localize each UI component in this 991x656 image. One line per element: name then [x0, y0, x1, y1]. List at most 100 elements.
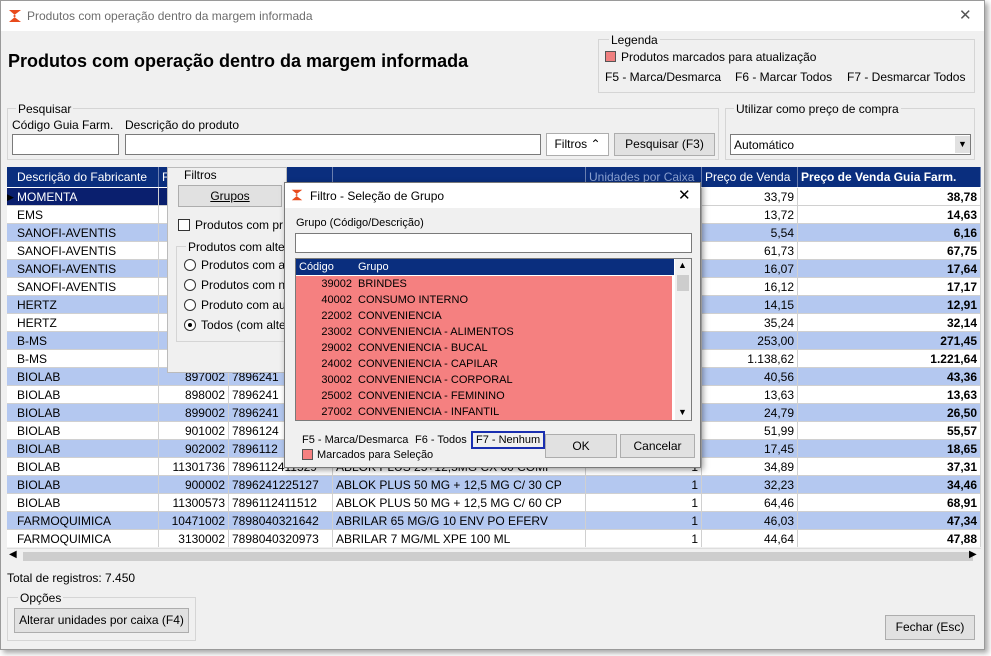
cell-pv: 5,54	[702, 224, 798, 242]
grupo-list-item[interactable]: 30002 CONVENIENCIA - CORPORAL	[296, 372, 672, 388]
scroll-down-icon[interactable]: ▼	[678, 407, 687, 417]
cell-pvg: 12,91	[798, 296, 981, 314]
table-row[interactable]: FARMOQUIMICA 3130002 7898040320973 ABRILAR …	[7, 530, 981, 547]
grupo-list-item[interactable]: 22002 CONVENIENCIA	[296, 308, 672, 324]
header-preco-guia[interactable]: Preço de Venda Guia Farm.	[798, 167, 981, 187]
cell-fab: BIOLAB	[7, 458, 159, 476]
grupo-list[interactable]: Código Grupo 39002 BRINDES 40002 CONSUMO IN…	[295, 258, 692, 421]
dialog-search-input[interactable]	[295, 233, 692, 253]
grupo-list-item[interactable]: 29002 CONVENIENCIA - BUCAL	[296, 340, 672, 356]
table-row[interactable]: BIOLAB 11300573 7896112411512 ABLOK PLUS 50…	[7, 494, 981, 512]
cell-un: 1	[586, 512, 702, 530]
header-fabricante[interactable]: Descrição do Fabricante	[7, 167, 159, 187]
grupo-list-item[interactable]: 23002 CONVENIENCIA - ALIMENTOS	[296, 324, 672, 340]
legend-key-f7: F7 - Desmarcar Todos	[847, 70, 966, 84]
close-icon[interactable]: ✕	[959, 6, 972, 24]
radio-group-title: Produtos com alte	[186, 240, 287, 254]
horizontal-scrollbar[interactable]: ◀ ▶	[7, 548, 981, 564]
dialog-legend-swatch	[302, 449, 313, 460]
cell-ean: 7896112411512	[229, 494, 333, 512]
header-preco-venda[interactable]: Preço de Venda	[702, 167, 798, 187]
legend-key-f5: F5 - Marca/Desmarca	[605, 70, 722, 84]
col-codigo[interactable]: Código	[299, 259, 334, 275]
preco-select[interactable]: Automático ▼	[730, 134, 971, 155]
grupo-nome: CONVENIENCIA - CORPORAL	[358, 374, 513, 386]
cell-pv: 32,23	[702, 476, 798, 494]
grupo-list-item[interactable]: 40002 CONSUMO INTERNO	[296, 292, 672, 308]
cell-fab: BIOLAB	[7, 368, 159, 386]
row-pointer-icon: ▶	[7, 192, 14, 202]
dialog-scroll-thumb[interactable]	[677, 275, 689, 291]
radio-2[interactable]	[184, 279, 196, 291]
grupo-nome: CONVENIENCIA - FEMININO	[358, 390, 505, 402]
cell-cod: 10471002	[159, 512, 229, 530]
cell-pvg: 14,63	[798, 206, 981, 224]
legend-item: Produtos marcados para atualização	[621, 50, 817, 64]
grupo-nome: CONVENIENCIA - ALIMENTOS	[358, 326, 514, 338]
produtos-checkbox[interactable]	[178, 219, 190, 231]
grupo-codigo: 29002	[321, 342, 352, 354]
cell-pv: 253,00	[702, 332, 798, 350]
radio-3[interactable]	[184, 299, 196, 311]
cell-pvg: 26,50	[798, 404, 981, 422]
descricao-input[interactable]	[125, 134, 541, 155]
cell-pv: 40,56	[702, 368, 798, 386]
cell-cod: 900002	[159, 476, 229, 494]
cell-un: 1	[586, 476, 702, 494]
grupo-list-header: Código Grupo	[296, 259, 674, 275]
cell-pvg: 47,88	[798, 530, 981, 547]
dialog-close-icon[interactable]: ✕	[678, 186, 691, 204]
grupo-nome: BRINDES	[358, 278, 407, 290]
cell-pvg: 37,31	[798, 458, 981, 476]
grupo-codigo: 27002	[321, 406, 352, 418]
radio-4[interactable]	[184, 319, 196, 331]
grupo-codigo: 30002	[321, 374, 352, 386]
cell-fab: BIOLAB	[7, 476, 159, 494]
dialog-vscroll[interactable]: ▲ ▼	[675, 259, 691, 420]
preco-group: Utilizar como preço de compra Automático…	[725, 102, 975, 160]
cell-fab: BIOLAB	[7, 494, 159, 512]
grupo-list-item[interactable]: 27002 CONVENIENCIA - INFANTIL	[296, 404, 672, 420]
grupo-list-item[interactable]: 39002 BRINDES	[296, 276, 672, 292]
cell-fab: BIOLAB	[7, 404, 159, 422]
col-grupo[interactable]: Grupo	[358, 259, 389, 275]
scroll-thumb[interactable]	[23, 552, 973, 561]
grupo-codigo: 22002	[321, 310, 352, 322]
cell-pv: 51,99	[702, 422, 798, 440]
cell-fab: B-MS	[7, 350, 159, 368]
grupo-list-item[interactable]: 24002 CONVENIENCIA - CAPILAR	[296, 356, 672, 372]
cell-pvg: 38,78	[798, 188, 981, 206]
scroll-left-icon[interactable]: ◀	[9, 549, 17, 560]
grupo-codigo: 39002	[321, 278, 352, 290]
fechar-button[interactable]: Fechar (Esc)	[885, 615, 975, 640]
filtros-button[interactable]: Filtros ⌃	[546, 133, 609, 156]
cell-pvg: 13,63	[798, 386, 981, 404]
grupo-list-item[interactable]: 25002 CONVENIENCIA - FEMININO	[296, 388, 672, 404]
cell-pvg: 34,46	[798, 476, 981, 494]
cancelar-button[interactable]: Cancelar	[620, 434, 695, 458]
radio-1[interactable]	[184, 259, 196, 271]
preco-title: Utilizar como preço de compra	[734, 102, 901, 116]
dropdown-arrow-icon[interactable]: ▼	[955, 136, 970, 153]
table-row[interactable]: BIOLAB 900002 7896241225127 ABLOK PLUS 50 M…	[7, 476, 981, 494]
grupos-button[interactable]: Grupos	[178, 185, 282, 207]
alterar-unidades-button[interactable]: Alterar unidades por caixa (F4)	[14, 608, 189, 633]
radio-1-label: Produtos com a	[201, 258, 286, 272]
cell-pv: 17,45	[702, 440, 798, 458]
cell-pv: 64,46	[702, 494, 798, 512]
scroll-up-icon[interactable]: ▲	[678, 260, 687, 270]
cell-un: 1	[586, 530, 702, 547]
dialog-key-f6: F6 - Todos	[415, 434, 467, 446]
ok-button[interactable]: OK	[545, 434, 617, 458]
table-row[interactable]: FARMOQUIMICA 10471002 7898040321642 ABRILAR…	[7, 512, 981, 530]
scroll-right-icon[interactable]: ▶	[969, 549, 977, 560]
codigo-input[interactable]	[12, 134, 119, 155]
cell-pvg: 271,45	[798, 332, 981, 350]
cell-pvg: 47,34	[798, 512, 981, 530]
app-logo-icon	[9, 10, 21, 22]
pesquisar-button[interactable]: Pesquisar (F3)	[614, 133, 715, 156]
opcoes-title: Opções	[18, 591, 64, 605]
cell-cod: 901002	[159, 422, 229, 440]
cell-fab: FARMOQUIMICA	[7, 530, 159, 547]
radio-4-dot	[188, 323, 192, 327]
